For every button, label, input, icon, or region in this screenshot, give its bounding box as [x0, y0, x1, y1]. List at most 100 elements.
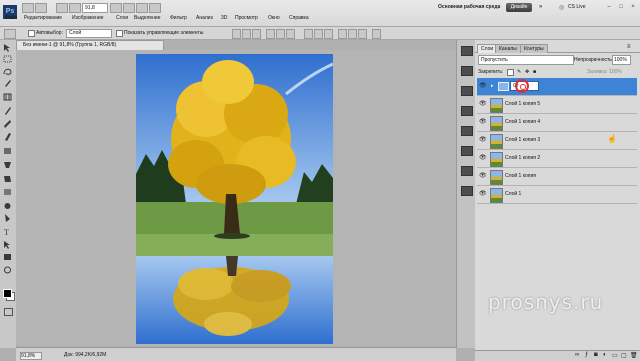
adjustment-layer-icon[interactable]: ◐	[603, 352, 607, 358]
move-tool-icon[interactable]	[4, 29, 16, 39]
new-group-icon[interactable]: ▭	[612, 352, 618, 359]
distribute-top-icon[interactable]	[304, 29, 313, 39]
canvas-image	[136, 54, 333, 344]
path-select-icon	[4, 241, 10, 249]
status-bar: 91,8% Док: 994,2K/6,92M	[16, 347, 456, 361]
document-tab[interactable]: Без имени-1 @ 91,8% (Группа 1, RGB/8)	[16, 40, 164, 50]
align-bottom-icon[interactable]	[252, 29, 261, 39]
layer-thumbnail	[490, 188, 503, 203]
menu-image[interactable]: Изображение	[72, 15, 104, 21]
menu-layers[interactable]: Слои	[116, 15, 128, 21]
screen-mode-icon[interactable]	[149, 3, 161, 13]
menu-bar: Ps 91,8 Основная рабочая среда Дизайн » …	[0, 0, 640, 27]
menu-help[interactable]: Справка	[289, 15, 309, 21]
align-top-icon[interactable]	[232, 29, 241, 39]
link-layers-icon[interactable]: ∞	[575, 352, 579, 358]
align-vcenter-icon[interactable]	[242, 29, 251, 39]
layer-style-icon[interactable]: ƒ	[585, 352, 588, 358]
cslive-button[interactable]: CS Live	[568, 4, 586, 10]
clone-source-icon[interactable]	[461, 106, 473, 116]
arrange-docs-icon[interactable]	[136, 3, 148, 13]
adjustments-panel-icon[interactable]	[461, 166, 473, 176]
menu-file[interactable]: Файл	[5, 15, 17, 21]
lock-position-icon[interactable]: ✥	[525, 69, 529, 75]
design-workspace-button[interactable]: Дизайн	[506, 3, 532, 12]
brush-panel-icon[interactable]	[461, 86, 473, 96]
menu-3d[interactable]: 3D	[221, 15, 227, 21]
status-doc-size[interactable]: Док: 994,2K/6,92M	[64, 352, 106, 358]
align-right-icon[interactable]	[286, 29, 295, 39]
menu-analysis[interactable]: Анализ	[196, 15, 213, 21]
minimize-icon[interactable]: –	[605, 3, 613, 11]
maximize-icon[interactable]: □	[617, 3, 625, 11]
zoom-level-input[interactable]: 91,8	[82, 3, 108, 13]
visibility-eye-icon[interactable]: 👁	[479, 82, 487, 90]
layer-row[interactable]: 👁 Слой 1 копия 2	[477, 150, 637, 168]
tab-paths[interactable]: Контуры	[520, 44, 548, 53]
distribute-right-icon[interactable]	[358, 29, 367, 39]
new-layer-icon[interactable]: ▢	[621, 352, 627, 359]
visibility-eye-icon[interactable]: 👁	[479, 154, 487, 162]
layer-row[interactable]: 👁 Слой 1 копия	[477, 168, 637, 186]
fill-label[interactable]: Заливка: 100%	[587, 69, 622, 75]
grid-icon[interactable]	[110, 3, 122, 13]
foreground-color-swatch[interactable]	[3, 289, 12, 298]
status-zoom[interactable]: 91,8%	[20, 352, 42, 360]
show-controls-label: Показать управляющие элементы	[124, 30, 204, 36]
autoselect-select[interactable]: Слой	[66, 29, 112, 38]
menu-edit[interactable]: Редактирование	[24, 15, 62, 21]
lock-pixels-icon[interactable]: ✎	[517, 69, 521, 75]
visibility-eye-icon[interactable]: 👁	[479, 136, 487, 144]
visibility-eye-icon[interactable]: 👁	[479, 100, 487, 108]
lock-transparency-icon[interactable]	[507, 69, 514, 76]
hand-icon[interactable]	[56, 3, 68, 13]
history-panel-icon[interactable]	[461, 46, 473, 56]
canvas-area[interactable]	[16, 50, 456, 346]
distribute-bottom-icon[interactable]	[324, 29, 333, 39]
expand-arrow-icon[interactable]: ▸	[491, 83, 494, 89]
marquee-icon	[3, 55, 12, 63]
masks-panel-icon[interactable]	[461, 186, 473, 196]
tab-channels[interactable]: Каналы	[495, 44, 521, 53]
quick-mask-icon[interactable]	[4, 308, 13, 316]
character-panel-icon[interactable]	[461, 126, 473, 136]
bridge-icon[interactable]	[22, 3, 34, 13]
show-controls-checkbox[interactable]	[116, 30, 123, 37]
layer-name: Слой 1 копия 2	[505, 155, 541, 161]
visibility-eye-icon[interactable]: 👁	[479, 190, 487, 198]
layer-thumbnail	[490, 170, 503, 185]
layer-mask-icon[interactable]: ◙	[594, 352, 598, 358]
distribute-hcenter-icon[interactable]	[348, 29, 357, 39]
layer-row[interactable]: 👁 Слой 1	[477, 186, 637, 204]
blend-mode-select[interactable]: Пропустить	[478, 55, 574, 65]
lock-all-icon[interactable]: ■	[533, 69, 536, 75]
zoom-tool-icon[interactable]	[69, 3, 81, 13]
autoselect-checkbox[interactable]	[28, 30, 35, 37]
distribute-vcenter-icon[interactable]	[314, 29, 323, 39]
rulers-icon[interactable]	[123, 3, 135, 13]
workspace-label[interactable]: Основная рабочая среда	[438, 4, 500, 10]
layer-row[interactable]: 👁 Слой 1 копия 3 ☝	[477, 132, 637, 150]
align-left-icon[interactable]	[266, 29, 275, 39]
close-icon[interactable]: ×	[629, 3, 637, 11]
align-hcenter-icon[interactable]	[276, 29, 285, 39]
actions-panel-icon[interactable]	[461, 66, 473, 76]
layer-row-group[interactable]: 👁 ▸ Gr	[477, 78, 637, 96]
panel-menu-icon[interactable]: ≡	[627, 44, 631, 50]
trash-icon[interactable]: 🗑	[630, 352, 638, 359]
minibridge-icon[interactable]	[35, 3, 47, 13]
opacity-input[interactable]: 100%	[612, 55, 631, 65]
visibility-eye-icon[interactable]: 👁	[479, 118, 487, 126]
menu-window[interactable]: Окно	[268, 15, 280, 21]
menu-select[interactable]: Выделение	[134, 15, 161, 21]
menu-view[interactable]: Просмотр	[235, 15, 258, 21]
layer-row[interactable]: 👁 Слой 1 копия 4	[477, 114, 637, 132]
healing-icon	[4, 120, 11, 128]
distribute-left-icon[interactable]	[338, 29, 347, 39]
auto-align-icon[interactable]	[372, 29, 381, 39]
layer-row[interactable]: 👁 Слой 1 копия 5	[477, 96, 637, 114]
visibility-eye-icon[interactable]: 👁	[479, 172, 487, 180]
menu-filter[interactable]: Фильтр	[170, 15, 187, 21]
workspace-more-icon[interactable]: »	[539, 4, 542, 10]
paragraph-panel-icon[interactable]	[461, 146, 473, 156]
